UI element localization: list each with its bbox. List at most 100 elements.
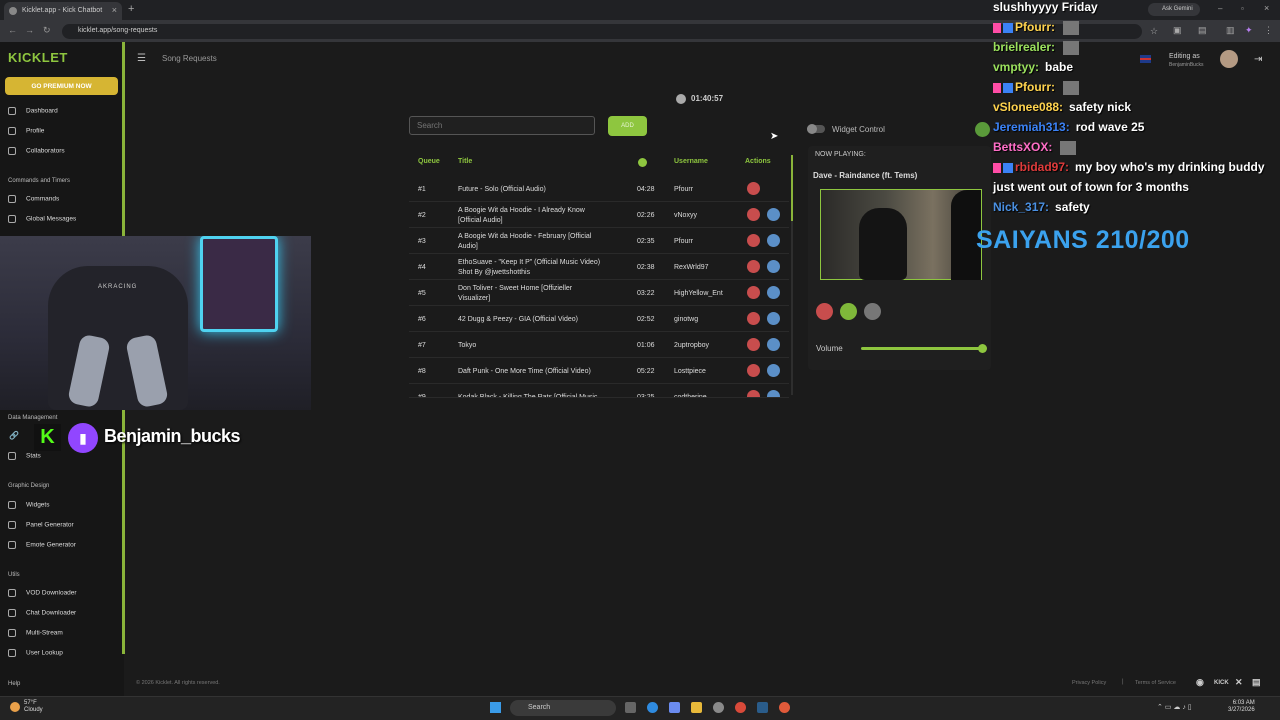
discord-icon[interactable]: ◉	[1196, 677, 1204, 688]
bookmark-star-icon[interactable]: ☆	[1150, 26, 1158, 37]
sidebar-item-emote-generator[interactable]: Emote Generator	[8, 541, 76, 549]
sidebar-item-chat-downloader[interactable]: Chat Downloader	[8, 609, 76, 617]
chat-text: just went out of town for 3 months	[993, 180, 1189, 194]
sidebar-item-stats[interactable]: Stats	[8, 452, 41, 460]
sidebar-item-global-messages[interactable]: Global Messages	[8, 215, 76, 223]
back-icon[interactable]: ←	[8, 25, 17, 35]
task-view-icon[interactable]	[625, 702, 636, 713]
remove-song-button[interactable]	[747, 286, 760, 299]
remove-song-button[interactable]	[747, 364, 760, 377]
widget-control-toggle[interactable]	[807, 124, 825, 134]
queue-scrollbar-thumb[interactable]	[791, 155, 793, 221]
sidebar-item-label: Emote Generator	[26, 541, 76, 549]
x-icon[interactable]: ✕	[1235, 677, 1243, 688]
logout-icon[interactable]: ⇥	[1254, 54, 1262, 65]
sidebar-item-multi-stream[interactable]: Multi-Stream	[8, 629, 63, 637]
sidebar-item-collaborators[interactable]: Collaborators	[8, 147, 65, 155]
taskbar-search-label: Search	[528, 704, 551, 711]
move-up-button[interactable]	[767, 364, 780, 377]
close-window-icon[interactable]: ×	[1264, 3, 1269, 13]
settings-icon[interactable]	[713, 702, 724, 713]
pause-button[interactable]	[864, 303, 881, 320]
kick-icon[interactable]: KICK	[1214, 680, 1229, 686]
col-username[interactable]: Username	[674, 158, 708, 165]
url-input[interactable]: kicklet.app/song-requests	[62, 24, 1142, 39]
chat-badge-icon	[1003, 22, 1013, 33]
now-playing-title: Dave - Raindance (ft. Tems)	[813, 171, 918, 180]
remove-song-button[interactable]	[747, 234, 760, 247]
system-tray[interactable]: ⌃ ▭ ☁ ♪ ▯	[1157, 703, 1192, 711]
move-up-button[interactable]	[767, 312, 780, 325]
docs-icon[interactable]: ▤	[1252, 677, 1261, 688]
edge-icon[interactable]	[647, 702, 658, 713]
steam-icon[interactable]	[757, 702, 768, 713]
remove-song-button[interactable]	[747, 338, 760, 351]
play-button[interactable]	[840, 303, 857, 320]
col-title[interactable]: Title	[458, 158, 472, 165]
taskbar-clock[interactable]: 6:03 AM 3/27/2026	[1228, 700, 1255, 714]
sidebar-item-label: Stats	[26, 452, 41, 460]
move-up-button[interactable]	[767, 390, 780, 397]
windows-start-icon[interactable]	[490, 702, 501, 713]
move-up-button[interactable]	[767, 208, 780, 221]
volume-slider-knob[interactable]	[978, 344, 988, 353]
file-explorer-icon[interactable]	[691, 702, 702, 713]
remove-song-button[interactable]	[747, 312, 760, 325]
forward-icon[interactable]: →	[25, 25, 34, 35]
new-tab-icon[interactable]: +	[128, 3, 134, 15]
move-up-button[interactable]	[767, 286, 780, 299]
taskbar-search[interactable]: Search	[510, 700, 616, 716]
remove-song-button[interactable]	[747, 390, 760, 397]
reload-icon[interactable]: ↻	[43, 25, 51, 36]
link-icon[interactable]: 🔗	[9, 431, 19, 440]
terms-link[interactable]: Terms of Service	[1135, 680, 1176, 686]
kicklet-logo[interactable]: KICKLET	[8, 50, 68, 65]
copilot-icon[interactable]	[669, 702, 680, 713]
avatar[interactable]	[1220, 50, 1238, 68]
queue-position: #3	[418, 238, 426, 245]
move-up-button[interactable]	[767, 338, 780, 351]
sidebar-help[interactable]: Help	[8, 681, 20, 687]
remove-song-button[interactable]	[747, 182, 760, 195]
download-icon[interactable]: ▤	[1198, 25, 1207, 36]
extension-icon[interactable]: ▣	[1173, 25, 1182, 36]
add-button[interactable]: ADD	[608, 116, 647, 136]
app-icon[interactable]	[779, 702, 790, 713]
weather-desc: Cloudy	[24, 707, 43, 713]
move-up-button[interactable]	[767, 260, 780, 273]
maximize-icon[interactable]: ▫	[1241, 4, 1244, 13]
sidebar-item-dashboard[interactable]: Dashboard	[8, 107, 58, 115]
sidebar-item-commands[interactable]: Commands	[8, 195, 59, 203]
browser-tab[interactable]: Kicklet.app - Kick Chatbot ×	[4, 2, 122, 20]
privacy-link[interactable]: Privacy Policy	[1072, 680, 1106, 686]
close-tab-icon[interactable]: ×	[112, 5, 117, 15]
go-premium-button[interactable]: GO PREMIUM NOW	[5, 77, 118, 95]
col-queue[interactable]: Queue	[418, 158, 440, 165]
sidebar-item-user-lookup[interactable]: User Lookup	[8, 649, 63, 657]
move-up-button[interactable]	[767, 234, 780, 247]
chat-message: rbidad97: my boy who's my drinking buddy	[993, 160, 1265, 174]
song-duration: 02:52	[637, 316, 655, 323]
volume-slider[interactable]	[861, 347, 985, 350]
remove-song-button[interactable]	[747, 208, 760, 221]
browser-menu-icon[interactable]: ⋮	[1264, 25, 1273, 36]
weather-icon[interactable]	[10, 702, 20, 712]
refresh-icon[interactable]	[975, 122, 990, 137]
profile-ext-icon[interactable]: ✦	[1245, 25, 1253, 36]
chat-emote-icon	[1060, 140, 1077, 155]
ask-gemini-button[interactable]: Ask Gemini	[1148, 3, 1200, 16]
sidebar-item-profile[interactable]: Profile	[8, 127, 44, 135]
extension2-icon[interactable]: ▥	[1226, 25, 1235, 36]
weather-widget[interactable]: 57°F Cloudy	[24, 700, 43, 714]
skip-button[interactable]	[816, 303, 833, 320]
language-flag-icon[interactable]	[1140, 55, 1151, 63]
sidebar-item-widgets[interactable]: Widgets	[8, 501, 49, 509]
sidebar-item-panel-generator[interactable]: Panel Generator	[8, 521, 74, 529]
chrome-icon[interactable]	[735, 702, 746, 713]
remove-song-button[interactable]	[747, 260, 760, 273]
sidebar-item-vod-downloader[interactable]: VOD Downloader	[8, 589, 77, 597]
hamburger-menu-icon[interactable]: ☰	[137, 53, 146, 64]
search-input[interactable]	[409, 116, 595, 135]
minimize-icon[interactable]: –	[1218, 4, 1222, 13]
video-player[interactable]	[820, 189, 982, 280]
